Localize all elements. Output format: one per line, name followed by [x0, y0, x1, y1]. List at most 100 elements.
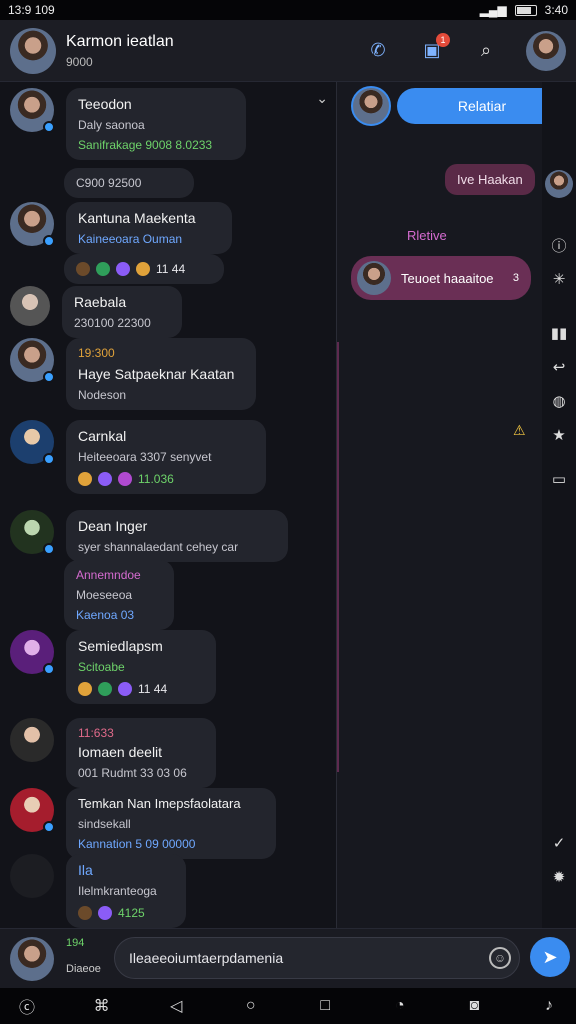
- reaction-row[interactable]: 4125: [78, 906, 174, 920]
- side-rail: ⓘ ✳ ▮▮ ↩ ◍ ★ ▭ ✓ ✹: [542, 82, 576, 928]
- message-text: sindsekall: [78, 817, 131, 831]
- thread-pane: Relatiar Ive Haakan Rletive Teuoet haaai…: [336, 82, 567, 928]
- avatar[interactable]: [10, 27, 56, 74]
- reaction-icon[interactable]: [118, 472, 132, 486]
- message-author: Haye Satpaeknar Kaatan: [78, 366, 235, 382]
- share-icon[interactable]: ✳: [542, 262, 576, 296]
- profile-avatar[interactable]: [526, 30, 566, 71]
- reaction-row[interactable]: 11.036: [78, 472, 254, 486]
- reaction-row[interactable]: 11 44: [78, 682, 204, 696]
- composer-count: 194: [66, 937, 85, 949]
- reaction-icon[interactable]: [98, 682, 112, 696]
- info-icon[interactable]: ⓘ: [542, 228, 576, 262]
- list-item[interactable]: Semiedlapsm Scitoabe 11 44: [10, 630, 216, 704]
- avatar: [10, 788, 55, 833]
- message-meta: Kannation 5 09 00000: [78, 837, 196, 851]
- reaction-icon[interactable]: [116, 262, 130, 276]
- list-item[interactable]: 19:300 Haye Satpaeknar Kaatan Nodeson: [10, 338, 256, 410]
- camera-icon[interactable]: ◙: [459, 997, 489, 1015]
- video-icon[interactable]: ▣ 1: [418, 32, 450, 65]
- globe-icon[interactable]: ◍: [542, 384, 576, 418]
- list-item[interactable]: 11 44: [64, 254, 224, 284]
- notification-badge: 1: [436, 32, 450, 47]
- chevron-down-icon[interactable]: ⌄: [316, 90, 328, 107]
- avatar: [357, 261, 391, 295]
- reaction-count: 11 44: [138, 682, 168, 696]
- message-meta: 001 Rudmt 33 03 06: [78, 766, 187, 780]
- minimize-icon[interactable]: ▭: [542, 462, 576, 496]
- message-input-value[interactable]: Ileaeeoiumtaerpdamenia: [129, 950, 283, 966]
- reaction-icon[interactable]: [136, 262, 150, 276]
- emoji-icon[interactable]: ☺: [489, 947, 511, 969]
- message-meta: C900 92500: [76, 176, 142, 190]
- message-author: Semiedlapsm: [78, 638, 163, 654]
- settings-icon[interactable]: ✹: [542, 860, 576, 894]
- message-author: Dean Inger: [78, 518, 148, 534]
- online-indicator: [43, 543, 55, 555]
- circle-icon[interactable]: ⓒ: [12, 994, 42, 1018]
- reaction-icon[interactable]: [118, 682, 132, 696]
- reaction-count: 4125: [118, 906, 145, 920]
- list-item[interactable]: Ila Ilelmkranteoga 4125: [10, 854, 186, 928]
- warning-icon: ⚠: [513, 422, 526, 438]
- list-item[interactable]: Raebala 230100 22300: [10, 286, 182, 338]
- incoming-text: Teuoet haaaitoe: [401, 270, 494, 286]
- section-label: Rletive: [407, 228, 447, 243]
- reply-icon[interactable]: ↩: [542, 350, 576, 384]
- status-time: 13:9 109: [8, 3, 55, 17]
- message-meta: Kaenoa 03: [76, 608, 135, 622]
- reaction-icon[interactable]: [78, 472, 92, 486]
- list-item[interactable]: Temkan Nan Imepsfaolatara sindsekall Kan…: [10, 788, 276, 859]
- star-icon[interactable]: ★: [542, 418, 576, 452]
- back-icon[interactable]: ◁: [161, 996, 191, 1016]
- reaction-icon[interactable]: [98, 472, 112, 486]
- list-item[interactable]: Dean Inger syer shannalaedant cehey car: [10, 510, 288, 562]
- chat-icon[interactable]: ◔: [385, 997, 415, 1015]
- avatar: [10, 88, 55, 133]
- pin-icon[interactable]: ▮▮: [542, 316, 576, 350]
- online-indicator: [43, 821, 55, 833]
- message-input[interactable]: Ileaeeoiumtaerpdamenia ☺: [114, 937, 520, 979]
- reaction-row[interactable]: 11 44: [76, 262, 212, 276]
- reaction-count: 11 44: [156, 262, 186, 276]
- reaction-icon[interactable]: [98, 906, 112, 920]
- message-list[interactable]: ⌄ Teeodon Daly saonoa Sanifrakage 9008 8…: [0, 82, 336, 928]
- search-icon[interactable]: ⌕: [472, 37, 500, 65]
- outgoing-message[interactable]: Ive Haakan: [445, 164, 535, 195]
- message-time: 11:633: [78, 726, 114, 740]
- message-author: Temkan Nan Imepsfaolatara: [78, 796, 241, 811]
- message-time: 19:300: [78, 346, 115, 360]
- home-icon[interactable]: ○: [236, 997, 266, 1015]
- online-indicator: [43, 663, 55, 675]
- message-text: Ilelmkranteoga: [78, 884, 157, 898]
- reaction-icon[interactable]: [76, 262, 90, 276]
- list-item[interactable]: Teeodon Daly saonoa Sanifrakage 9008 8.0…: [10, 88, 246, 160]
- list-item[interactable]: 11:633 Iomaen deelit 001 Rudmt 33 03 06: [10, 718, 216, 788]
- battery-text: 3:40: [544, 3, 568, 17]
- list-item[interactable]: C900 92500: [64, 168, 194, 198]
- app-icon[interactable]: ⌘: [87, 996, 117, 1016]
- avatar: [10, 286, 50, 326]
- avatar: [10, 510, 55, 555]
- message-text: Daly saonoa: [78, 118, 145, 132]
- status-bar: 13:9 109 ▂▄▆ 3:40: [0, 0, 576, 20]
- check-icon[interactable]: ✓: [542, 826, 576, 860]
- list-item[interactable]: Carnkal Heiteeoara 3307 senyvet 11.036: [10, 420, 266, 494]
- message-text: Moeseeoa: [76, 588, 133, 602]
- incoming-message[interactable]: Teuoet haaaitoe 3: [351, 256, 531, 300]
- avatar: [10, 718, 54, 762]
- send-button[interactable]: ➤: [530, 937, 570, 977]
- reaction-count: 11.036: [138, 472, 174, 486]
- reaction-icon[interactable]: [78, 906, 92, 920]
- avatar[interactable]: [545, 170, 573, 198]
- avatar[interactable]: [10, 937, 54, 981]
- list-item[interactable]: Annemndoe Moeseeoa Kaenoa 03: [64, 560, 174, 630]
- recents-icon[interactable]: □: [310, 997, 340, 1015]
- call-icon[interactable]: ✆: [364, 37, 392, 65]
- bell-icon[interactable]: ♪: [534, 997, 564, 1015]
- list-item[interactable]: Kantuna Maekenta Kaineeoara Ouman: [10, 202, 232, 254]
- composer-label: Diaeoe: [66, 963, 101, 975]
- reaction-icon[interactable]: [96, 262, 110, 276]
- avatar[interactable]: [351, 86, 391, 126]
- reaction-icon[interactable]: [78, 682, 92, 696]
